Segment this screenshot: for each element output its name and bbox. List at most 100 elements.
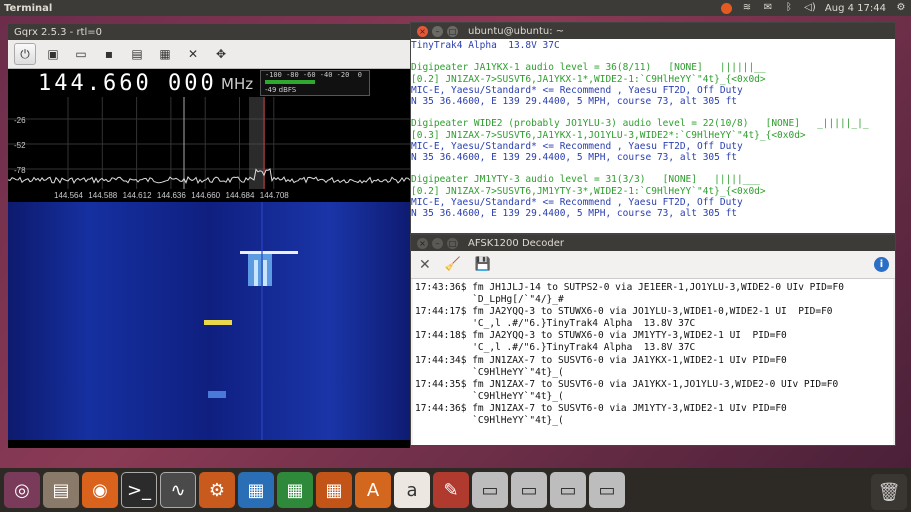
launcher-drive-2-icon[interactable]: ▭ xyxy=(511,472,547,508)
terminal-line: N 35 36.4600, E 139 29.4400, 5 MPH, cour… xyxy=(411,96,738,107)
launcher-firefox-icon[interactable]: ◉ xyxy=(82,472,118,508)
open-folder-icon[interactable]: ▭ xyxy=(70,43,92,65)
terminal-titlebar[interactable]: × – □ ubuntu@ubuntu: ~ xyxy=(411,23,895,39)
terminal-line: TinyTrak4 Alpha 13.8V 37C xyxy=(411,40,560,51)
frequency-row: 144.660 000 MHz -100 -80 -60 -40 -20 0 -… xyxy=(8,69,410,97)
maximize-icon[interactable]: □ xyxy=(447,25,458,37)
afsk-log-line: 'C_,l .#/"6.}TinyTrak4 Alpha 13.8V 37C xyxy=(415,318,696,330)
launcher-drive-4-icon[interactable]: ▭ xyxy=(589,472,625,508)
plotter-x-label: 144.684 xyxy=(226,191,255,200)
trash-icon[interactable]: 🗑 xyxy=(871,474,907,510)
afsk-log-line: 17:43:36$ fm JH1JLJ-14 to SUTPS2-0 via J… xyxy=(415,282,844,293)
ubuntu-one-icon[interactable] xyxy=(720,2,732,14)
center-line xyxy=(261,202,263,440)
waterfall-display[interactable] xyxy=(8,202,410,440)
afsk-log-line: `C9HlHeYY`"4t}_( xyxy=(415,366,564,378)
volume-icon[interactable]: ◁) xyxy=(804,2,816,14)
configure-io-icon[interactable]: ▦ xyxy=(154,43,176,65)
plotter-y-label: -78 xyxy=(14,166,26,175)
afsk-log-line: `C9HlHeYY`"4t}_( xyxy=(415,390,564,402)
afsk-log-line: `D_LpHg[/`"4/}_# xyxy=(415,294,564,306)
launcher-impress-icon[interactable]: ▦ xyxy=(316,472,352,508)
afsk-title: AFSK1200 Decoder xyxy=(468,237,565,249)
afsk-log-line: 17:44:17$ fm JA2YQQ-3 to STUWX6-0 via JO… xyxy=(415,306,833,318)
save-icon[interactable]: ▪ xyxy=(98,43,120,65)
minimize-icon[interactable]: – xyxy=(432,25,443,37)
active-app-title: Terminal xyxy=(4,2,53,14)
afsk-log-line: 'C_,l .#/"6.}TinyTrak4 Alpha 13.8V 37C xyxy=(415,342,696,354)
info-icon[interactable]: i xyxy=(874,257,889,272)
signal-stripe-1 xyxy=(254,260,258,286)
plotter-y-label: -52 xyxy=(14,141,26,150)
afsk-log-line: 17:44:18$ fm JA2YQQ-3 to STUWX6-0 via JM… xyxy=(415,330,787,342)
launcher-drive-3-icon[interactable]: ▭ xyxy=(550,472,586,508)
launcher-terminal-icon[interactable]: >_ xyxy=(121,472,157,508)
afsk-toolbar: ✕ 🧹 💾 i xyxy=(411,251,895,279)
launcher-unity-settings-icon[interactable]: ⚙ xyxy=(199,472,235,508)
terminal-line: MIC-E, Yaesu/Standard* <= Recommend , Ya… xyxy=(411,196,743,208)
plotter-x-label: 144.660 xyxy=(191,191,220,200)
frequency-display[interactable]: 144.660 000 xyxy=(38,71,217,96)
signal-stripe-2 xyxy=(263,260,267,286)
tools-icon[interactable]: ✕ xyxy=(182,43,204,65)
fft-plotter[interactable]: -26 -52 -78 144.564 144.588 144.612 144.636 144… xyxy=(8,97,410,202)
terminal-line: MIC-E, Yaesu/Standard* <= Recommend , Ya… xyxy=(411,140,743,152)
launcher: ◎ ▤ ◉ >_ ∿ ⚙ ▦ ▦ ▦ Aa ✎ ▭ ▭ ▭ ▭ xyxy=(0,468,911,512)
clock[interactable]: Aug 4 17:44 xyxy=(825,3,886,14)
launcher-software-center-icon[interactable]: A xyxy=(355,472,391,508)
launcher-gqrx-icon[interactable]: ∿ xyxy=(160,472,196,508)
remote-control-icon[interactable]: ✥ xyxy=(210,43,232,65)
signal-faint xyxy=(208,391,226,398)
launcher-files-icon[interactable]: ▤ xyxy=(43,472,79,508)
terminal-line: N 35 36.4600, E 139 29.4400, 5 MPH, cour… xyxy=(411,208,738,219)
plotter-x-label: 144.636 xyxy=(157,191,186,200)
plotter-grid: -26 -52 -78 144.564 144.588 144.612 144.636 144… xyxy=(8,97,410,200)
gqrx-title: Gqrx 2.5.3 - rtl=0 xyxy=(14,26,102,38)
terminal-line: [0.2] JN1ZAX-7>SUSVT6,JA1YKX-1*,WIDE2-1:… xyxy=(411,73,766,85)
terminal-output[interactable]: TinyTrak4 Alpha 13.8V 37C Digipeater JA1Y… xyxy=(411,39,895,219)
waterfall-signals xyxy=(204,202,298,440)
signal-block-1 xyxy=(248,254,272,286)
brush-icon[interactable]: 🧹 xyxy=(445,257,461,272)
session-gear-icon[interactable]: ⚙ xyxy=(895,2,907,14)
device-icon[interactable]: ▣ xyxy=(42,43,64,65)
afsk-log-line: 17:44:35$ fm JN1ZAX-7 to SUSVT6-0 via JA… xyxy=(415,378,839,390)
network-icon[interactable]: ≋ xyxy=(741,2,753,14)
plotter-x-label: 144.564 xyxy=(54,191,83,200)
filter-band xyxy=(249,97,265,189)
close-icon[interactable]: × xyxy=(417,237,428,249)
launcher-writer-icon[interactable]: ▦ xyxy=(238,472,274,508)
gqrx-titlebar[interactable]: Gqrx 2.5.3 - rtl=0 xyxy=(8,24,410,40)
signal-meter-scale: -100 -80 -60 -40 -20 0 xyxy=(265,71,362,79)
clear-icon[interactable]: ✕ xyxy=(419,257,431,273)
launcher-calc-icon[interactable]: ▦ xyxy=(277,472,313,508)
minimize-icon[interactable]: – xyxy=(432,237,443,249)
afsk-log-line: 17:44:36$ fm JN1ZAX-7 to SUSVT6-0 via JM… xyxy=(415,402,787,414)
bluetooth-icon[interactable]: ᛒ xyxy=(783,2,795,14)
plotter-x-label: 144.588 xyxy=(88,191,117,200)
signal-meter: -100 -80 -60 -40 -20 0 -49 dBFS xyxy=(260,70,370,96)
signal-yellow xyxy=(204,320,232,325)
launcher-system-settings-icon[interactable]: ✎ xyxy=(433,472,469,508)
system-tray: ≋ ✉ ᛒ ◁) Aug 4 17:44 ⚙ xyxy=(720,0,907,16)
screenshot-icon[interactable]: ▤ xyxy=(126,43,148,65)
launcher-dash-icon[interactable]: ◎ xyxy=(4,472,40,508)
terminal-line: [0.2] JN1ZAX-7>SUSVT6,JM1YTY-3*,WIDE2-1:… xyxy=(411,185,766,197)
terminal-line: [0.3] JN1ZAX-7>SUSVT6,JA1YKX-1,JO1YLU-3,… xyxy=(411,129,806,141)
gqrx-toolbar: ⏻ ▣ ▭ ▪ ▤ ▦ ✕ ✥ xyxy=(8,40,410,69)
maximize-icon[interactable]: □ xyxy=(447,237,458,249)
launcher-amazon-icon[interactable]: a xyxy=(394,472,430,508)
plotter-y-label: -26 xyxy=(14,116,26,125)
afsk-log[interactable]: 17:43:36$ fm JH1JLJ-14 to SUTPS2-0 via J… xyxy=(413,279,893,445)
power-icon[interactable]: ⏻ xyxy=(14,43,36,65)
close-icon[interactable]: × xyxy=(417,25,428,37)
afsk-titlebar[interactable]: × – □ AFSK1200 Decoder xyxy=(411,235,895,251)
save-icon[interactable]: 💾 xyxy=(475,257,491,272)
frequency-unit: MHz xyxy=(221,75,254,93)
terminal-line: Digipeater WIDE2 (probably JO1YLU-3) aud… xyxy=(411,118,869,130)
mail-icon[interactable]: ✉ xyxy=(762,2,774,14)
launcher-drive-1-icon[interactable]: ▭ xyxy=(472,472,508,508)
